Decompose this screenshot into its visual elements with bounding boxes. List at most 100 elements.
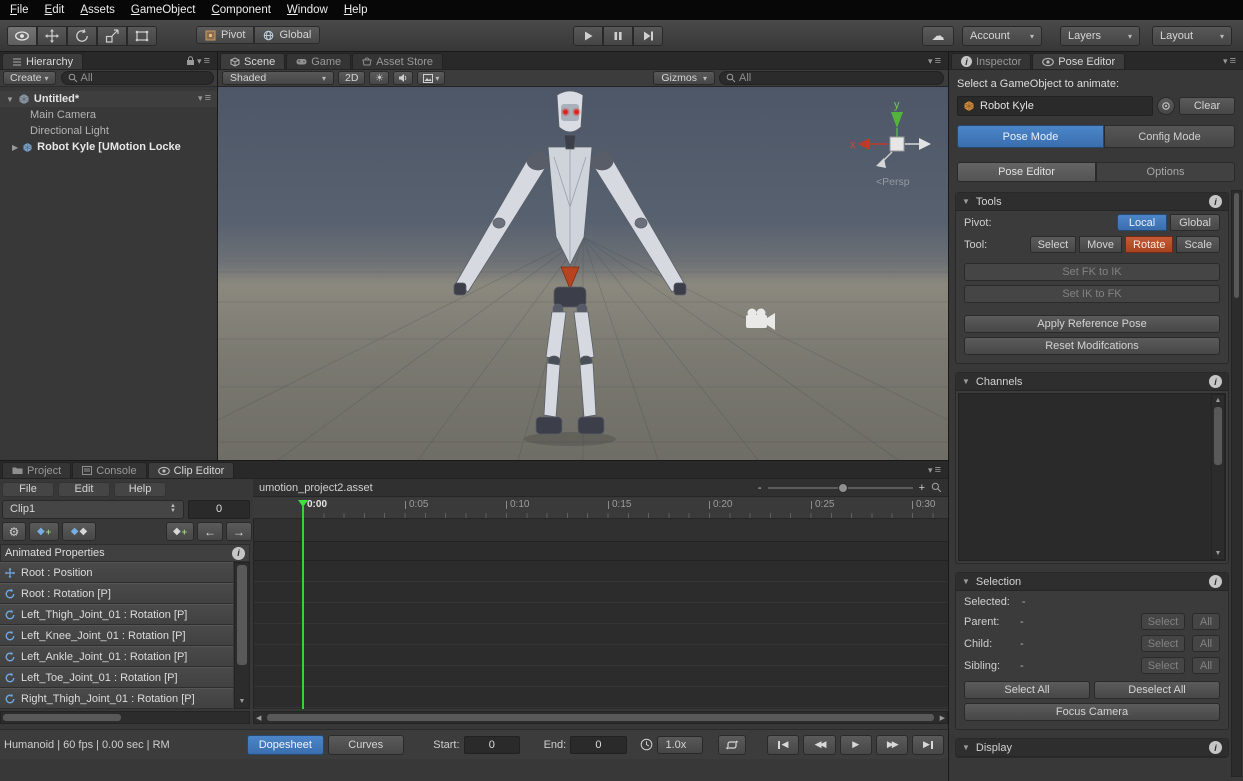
timeline-tracks[interactable] — [253, 519, 948, 709]
step-button[interactable] — [633, 26, 663, 46]
scroll-up-icon[interactable]: ▲ — [1212, 397, 1224, 404]
sub-tab-pose-editor[interactable]: Pose Editor — [957, 162, 1096, 182]
sibling-select-button[interactable]: Select — [1141, 657, 1185, 674]
scene-effects-dropdown[interactable]: ▾ — [417, 71, 445, 85]
stepper-down-icon[interactable]: ▼ — [170, 509, 176, 514]
config-mode-button[interactable]: Config Mode — [1104, 125, 1235, 148]
clip-play-button[interactable]: ▶ — [840, 735, 872, 755]
menu-help[interactable]: Help — [336, 1, 376, 19]
set-ik-to-fk-button[interactable]: Set IK to FK — [964, 285, 1220, 303]
account-dropdown[interactable]: Account ▾ — [962, 26, 1042, 46]
menu-component[interactable]: Component — [203, 1, 278, 19]
move-tool-button[interactable] — [37, 26, 67, 46]
inspector-scrollbar[interactable] — [1231, 190, 1242, 777]
property-row[interactable]: Right_Thigh_Joint_01 : Rotation [P] — [0, 688, 233, 709]
pane-dropdown-icon[interactable]: ▾ — [1223, 56, 1228, 67]
info-icon[interactable]: i — [1209, 375, 1222, 388]
target-object-field[interactable]: Robot Kyle — [957, 96, 1153, 116]
perspective-label[interactable]: <Persp — [876, 176, 910, 188]
scene-row[interactable]: ▼ Untitled* ▾≡ — [0, 91, 217, 107]
hierarchy-item-main-camera[interactable]: Main Camera — [0, 107, 217, 123]
layout-dropdown[interactable]: Layout ▾ — [1152, 26, 1232, 46]
scale-tool-button[interactable] — [97, 26, 127, 46]
tab-clip-editor[interactable]: Clip Editor — [148, 462, 235, 478]
menu-edit[interactable]: Edit — [37, 1, 73, 19]
scene-dropdown-icon[interactable]: ▾ — [198, 93, 203, 104]
clip-menu-file[interactable]: File — [2, 482, 54, 497]
scene-orientation-gizmo[interactable]: y x <Persp — [848, 92, 948, 192]
zoom-slider-thumb[interactable] — [838, 483, 848, 493]
lock-icon[interactable] — [186, 56, 195, 66]
curves-tab-button[interactable]: Curves — [328, 735, 404, 755]
next-keyframe-button[interactable]: → — [226, 522, 252, 541]
zoom-in-button[interactable]: + — [919, 482, 925, 494]
zoom-out-button[interactable]: - — [758, 482, 762, 494]
pivot-local-button[interactable]: Local — [1117, 214, 1167, 231]
selection-section-header[interactable]: ▼ Selection i — [956, 573, 1228, 591]
scene-audio-button[interactable] — [393, 71, 413, 85]
channels-section-header[interactable]: ▼ Channels i — [956, 373, 1228, 391]
pane-dropdown-icon[interactable]: ▾ — [928, 465, 933, 476]
scene-search-input[interactable]: All — [719, 71, 944, 85]
menu-assets[interactable]: Assets — [72, 1, 123, 19]
parent-all-button[interactable]: All — [1192, 613, 1220, 630]
tab-hierarchy[interactable]: Hierarchy — [2, 53, 83, 69]
hierarchy-search-input[interactable]: All — [61, 71, 214, 85]
rewind-button[interactable]: ◀◀ — [803, 735, 835, 755]
property-hscrollbar[interactable] — [0, 711, 250, 724]
go-to-start-button[interactable]: ◀ — [767, 735, 799, 755]
pane-menu-icon[interactable]: ≡ — [204, 55, 210, 67]
pane-menu-icon[interactable]: ≡ — [935, 464, 941, 476]
channels-list[interactable]: ▲ ▼ — [958, 393, 1226, 561]
info-icon[interactable]: i — [1209, 575, 1222, 588]
scroll-down-icon[interactable]: ▼ — [235, 698, 249, 705]
scene-menu-icon[interactable]: ≡ — [205, 92, 211, 104]
create-button[interactable]: Create ▾ — [3, 71, 56, 85]
set-fk-to-ik-button[interactable]: Set FK to IK — [964, 263, 1220, 281]
foldout-closed-icon[interactable]: ▶ — [12, 143, 18, 152]
toggle-2d-button[interactable]: 2D — [338, 71, 365, 85]
tab-project[interactable]: Project — [2, 462, 71, 478]
property-row[interactable]: Root : Rotation [P] — [0, 583, 233, 604]
pane-dropdown-icon[interactable]: ▾ — [928, 56, 933, 67]
info-icon[interactable]: i — [1209, 741, 1222, 754]
hierarchy-item-robot-kyle[interactable]: ▶ Robot Kyle [UMotion Locke — [0, 139, 217, 155]
foldout-open-icon[interactable]: ▼ — [6, 95, 14, 104]
pause-button[interactable] — [603, 26, 633, 46]
frame-number-field[interactable]: 0 — [188, 500, 250, 519]
tab-scene[interactable]: Scene — [220, 53, 285, 69]
tab-console[interactable]: Console — [72, 462, 146, 478]
rotate-tool-button[interactable] — [67, 26, 97, 46]
property-row[interactable]: Left_Toe_Joint_01 : Rotation [P] — [0, 667, 233, 688]
key-all-button[interactable]: ◆◆ — [62, 522, 96, 541]
tool-select-button[interactable]: Select — [1030, 236, 1077, 253]
prev-keyframe-button[interactable]: ← — [197, 522, 223, 541]
display-section-header[interactable]: ▼ Display i — [956, 739, 1228, 757]
timeline-hscrollbar[interactable]: ◀ ▶ — [253, 711, 948, 724]
property-row[interactable]: Left_Ankle_Joint_01 : Rotation [P] — [0, 646, 233, 667]
shading-mode-dropdown[interactable]: Shaded ▾ — [222, 71, 334, 85]
property-row[interactable]: Left_Thigh_Joint_01 : Rotation [P] — [0, 604, 233, 625]
view-tool-button[interactable] — [7, 26, 37, 46]
fast-forward-button[interactable]: ▶▶ — [876, 735, 908, 755]
scene-lighting-button[interactable]: ☀ — [369, 71, 389, 85]
tab-game[interactable]: Game — [286, 53, 351, 69]
clear-button[interactable]: Clear — [1179, 97, 1235, 115]
object-picker-button[interactable] — [1157, 97, 1175, 115]
parent-select-button[interactable]: Select — [1141, 613, 1185, 630]
end-field[interactable]: 0 — [570, 736, 626, 754]
tab-pose-editor[interactable]: Pose Editor — [1032, 53, 1125, 69]
playhead-line[interactable] — [302, 505, 304, 709]
start-field[interactable]: 0 — [464, 736, 520, 754]
property-list-scrollbar[interactable]: ▼ — [234, 562, 250, 709]
tools-section-header[interactable]: ▼ Tools i — [956, 193, 1228, 211]
add-keyframe-button[interactable]: ◆+ — [29, 522, 59, 541]
tool-rotate-button[interactable]: Rotate — [1125, 236, 1173, 253]
cloud-button[interactable]: ☁ — [922, 26, 954, 46]
pane-dropdown-icon[interactable]: ▾ — [197, 56, 202, 67]
clip-menu-edit[interactable]: Edit — [58, 482, 110, 497]
tool-move-button[interactable]: Move — [1079, 236, 1122, 253]
select-all-button[interactable]: Select All — [964, 681, 1090, 699]
pivot-global-button[interactable]: Global — [1170, 214, 1220, 231]
clip-settings-button[interactable]: ⚙ — [2, 522, 26, 541]
